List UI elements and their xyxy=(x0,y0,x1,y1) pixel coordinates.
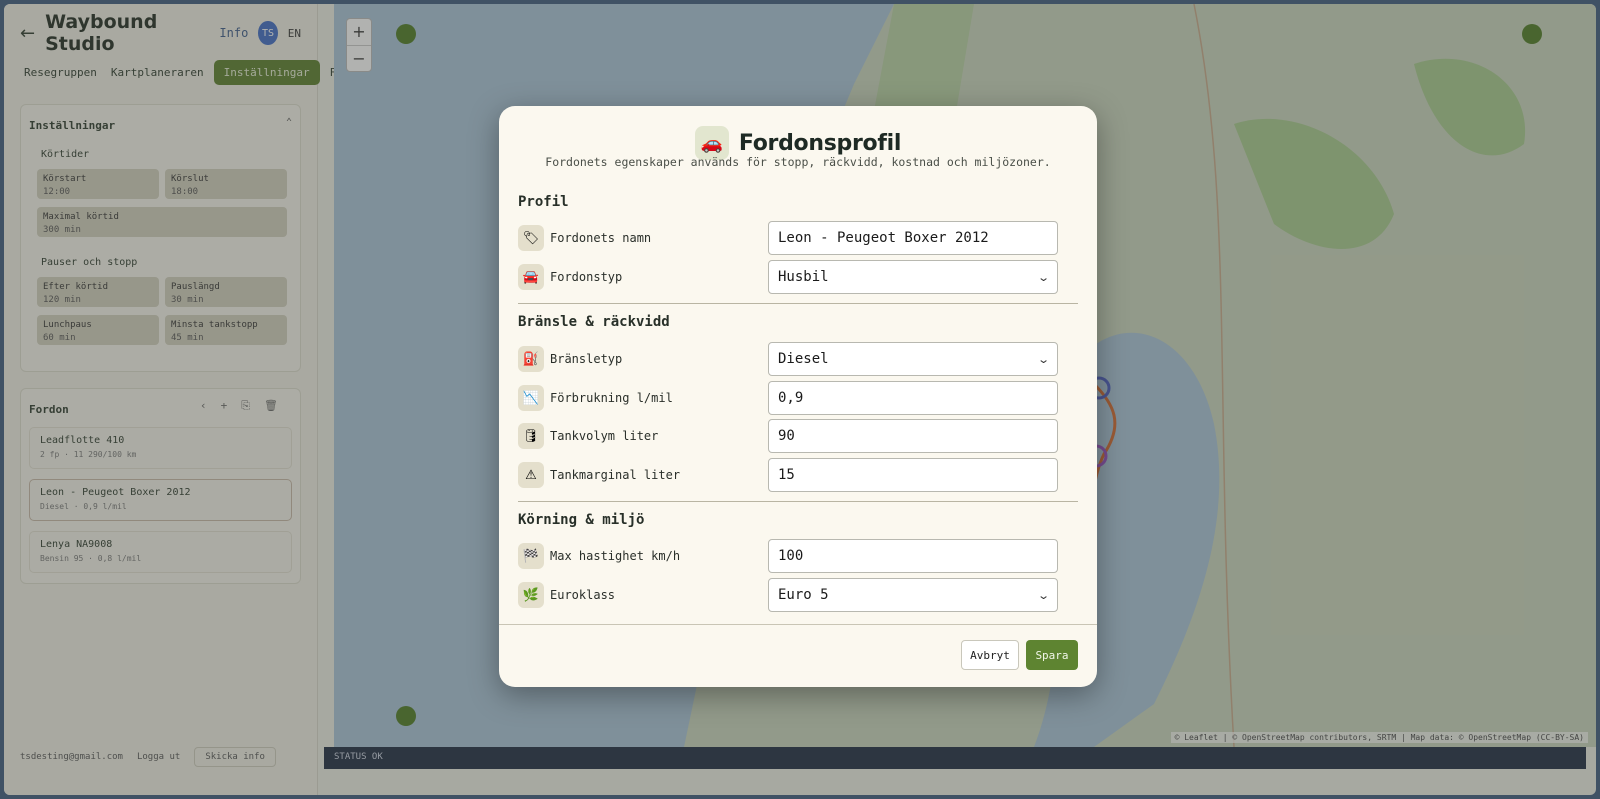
section-divider xyxy=(518,303,1078,304)
fuel-pump-icon: ⛽ xyxy=(518,346,544,372)
vehicle-type-select[interactable]: Husbil ⌄ xyxy=(768,260,1058,294)
vehicle-type-label: Fordonstyp xyxy=(550,270,623,284)
euro-class-value: Euro 5 xyxy=(778,587,829,603)
chart-down-icon: 📉 xyxy=(518,385,544,411)
save-button[interactable]: Spara xyxy=(1026,640,1078,670)
dialog-title: Fordonsprofil xyxy=(738,130,902,156)
cancel-button[interactable]: Avbryt xyxy=(961,640,1019,670)
tank-volume-input[interactable]: 90 xyxy=(768,419,1058,453)
euro-class-select[interactable]: Euro 5 ⌄ xyxy=(768,578,1058,612)
section-divider xyxy=(518,501,1078,502)
consumption-label: Förbrukning l/mil xyxy=(550,391,673,405)
warning-icon: ⚠ xyxy=(518,462,544,488)
fuel-type-select[interactable]: Diesel ⌄ xyxy=(768,342,1058,376)
dialog-subtitle: Fordonets egenskaper används för stopp, … xyxy=(545,155,1051,169)
max-speed-label: Max hastighet km/h xyxy=(550,549,681,563)
car-front-icon: 🚘 xyxy=(518,264,544,290)
tank-margin-input[interactable]: 15 xyxy=(768,458,1058,492)
max-speed-input[interactable]: 100 xyxy=(768,539,1058,573)
checkered-flag-icon: 🏁 xyxy=(518,543,544,569)
fuel-type-value: Diesel xyxy=(778,351,829,367)
section-profil: Profil xyxy=(518,194,569,210)
leaf-icon: 🌿 xyxy=(518,582,544,608)
chevron-down-icon: ⌄ xyxy=(1036,352,1050,366)
consumption-input[interactable]: 0,9 xyxy=(768,381,1058,415)
section-driving: Körning & miljö xyxy=(518,512,645,528)
vehicle-type-value: Husbil xyxy=(778,269,829,285)
vehicle-profile-dialog: 🚗 Fordonsprofil Fordonets egenskaper anv… xyxy=(499,106,1097,687)
oil-drum-icon: 🛢 xyxy=(518,423,544,449)
fuel-type-label: Bränsletyp xyxy=(550,352,623,366)
tank-margin-label: Tankmarginal liter xyxy=(550,468,681,482)
chevron-down-icon: ⌄ xyxy=(1036,588,1050,602)
tank-volume-label: Tankvolym liter xyxy=(550,429,659,443)
section-fuel: Bränsle & räckvidd xyxy=(518,314,670,330)
chevron-down-icon: ⌄ xyxy=(1036,270,1050,284)
vehicle-name-label: Fordonets namn xyxy=(550,231,652,245)
vehicle-name-input[interactable]: Leon - Peugeot Boxer 2012 xyxy=(768,221,1058,255)
footer-divider xyxy=(499,624,1097,625)
dialog-header: 🚗 Fordonsprofil Fordonets egenskaper anv… xyxy=(499,126,1097,169)
tag-icon: 🏷 xyxy=(518,225,544,251)
euro-class-label: Euroklass xyxy=(550,588,616,602)
